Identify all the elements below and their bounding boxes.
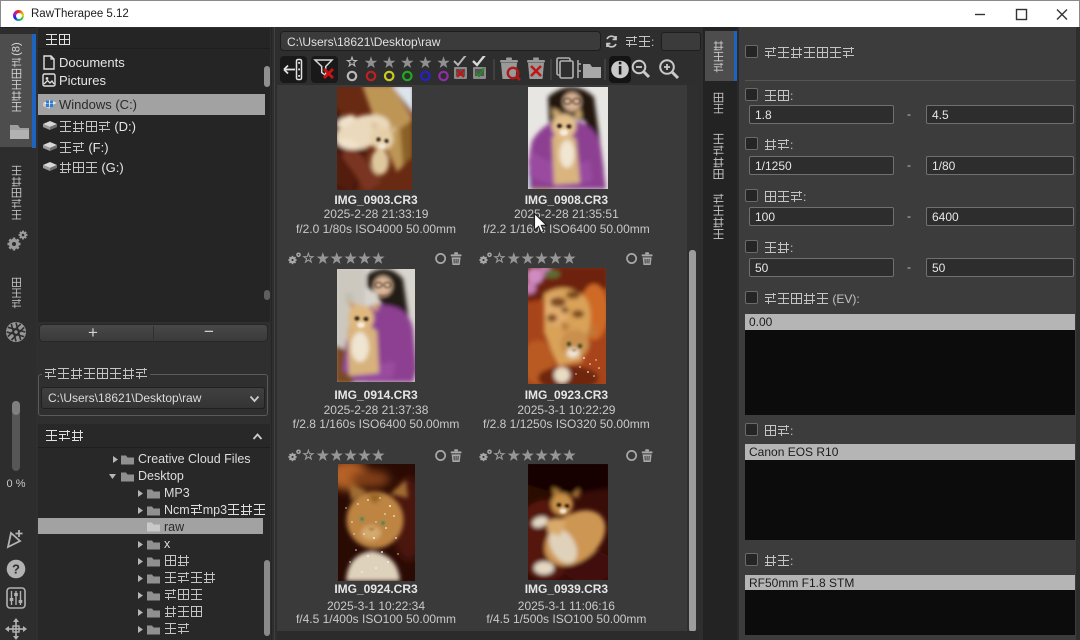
svg-text:?: ? (12, 562, 20, 577)
